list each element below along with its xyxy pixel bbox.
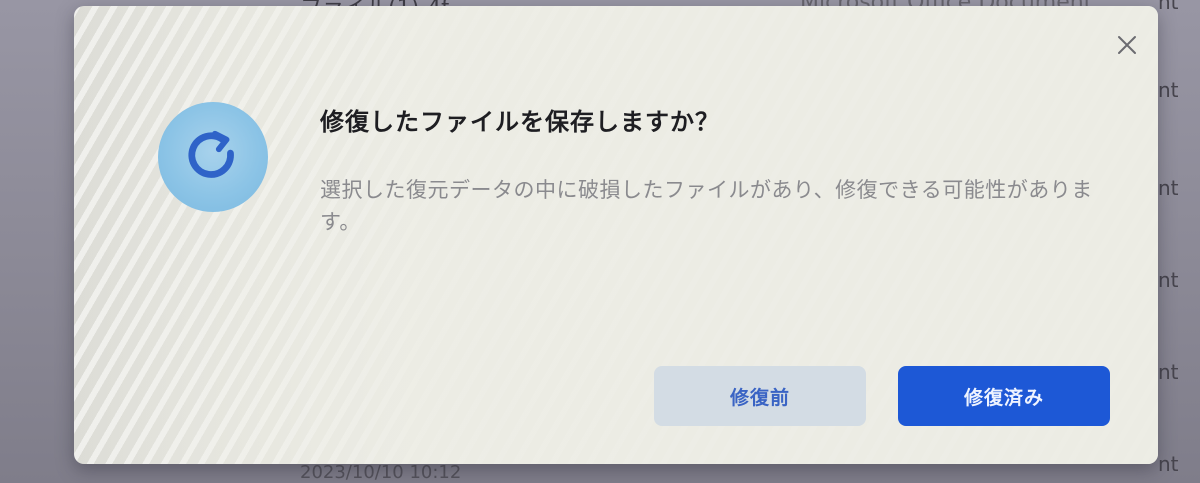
background-type-cell: nt — [1158, 360, 1179, 384]
repaired-button[interactable]: 修復済み — [898, 366, 1110, 426]
background-type-cell: nt — [1158, 268, 1179, 292]
refresh-icon-badge — [158, 102, 268, 212]
dialog-title: 修復したファイルを保存しますか？ — [320, 108, 720, 136]
background-file-date: 2023/10/10 10:12 — [300, 462, 462, 483]
close-button[interactable] — [1110, 28, 1144, 62]
refresh-icon — [188, 130, 234, 178]
repair-save-dialog: 修復したファイルを保存しますか？ 選択した復元データの中に破損したファイルがあり… — [74, 6, 1158, 464]
background-type-cell: nt — [1158, 452, 1179, 476]
background-type-cell: nt — [1158, 176, 1179, 200]
dialog-message: 選択した復元データの中に破損したファイルがあり、修復できる可能性があります。 — [320, 178, 1093, 234]
background-type-cell: nt — [1158, 0, 1179, 14]
close-icon — [1118, 36, 1136, 54]
background-type-cell: nt — [1158, 78, 1179, 102]
before-repair-button[interactable]: 修復前 — [654, 366, 866, 426]
